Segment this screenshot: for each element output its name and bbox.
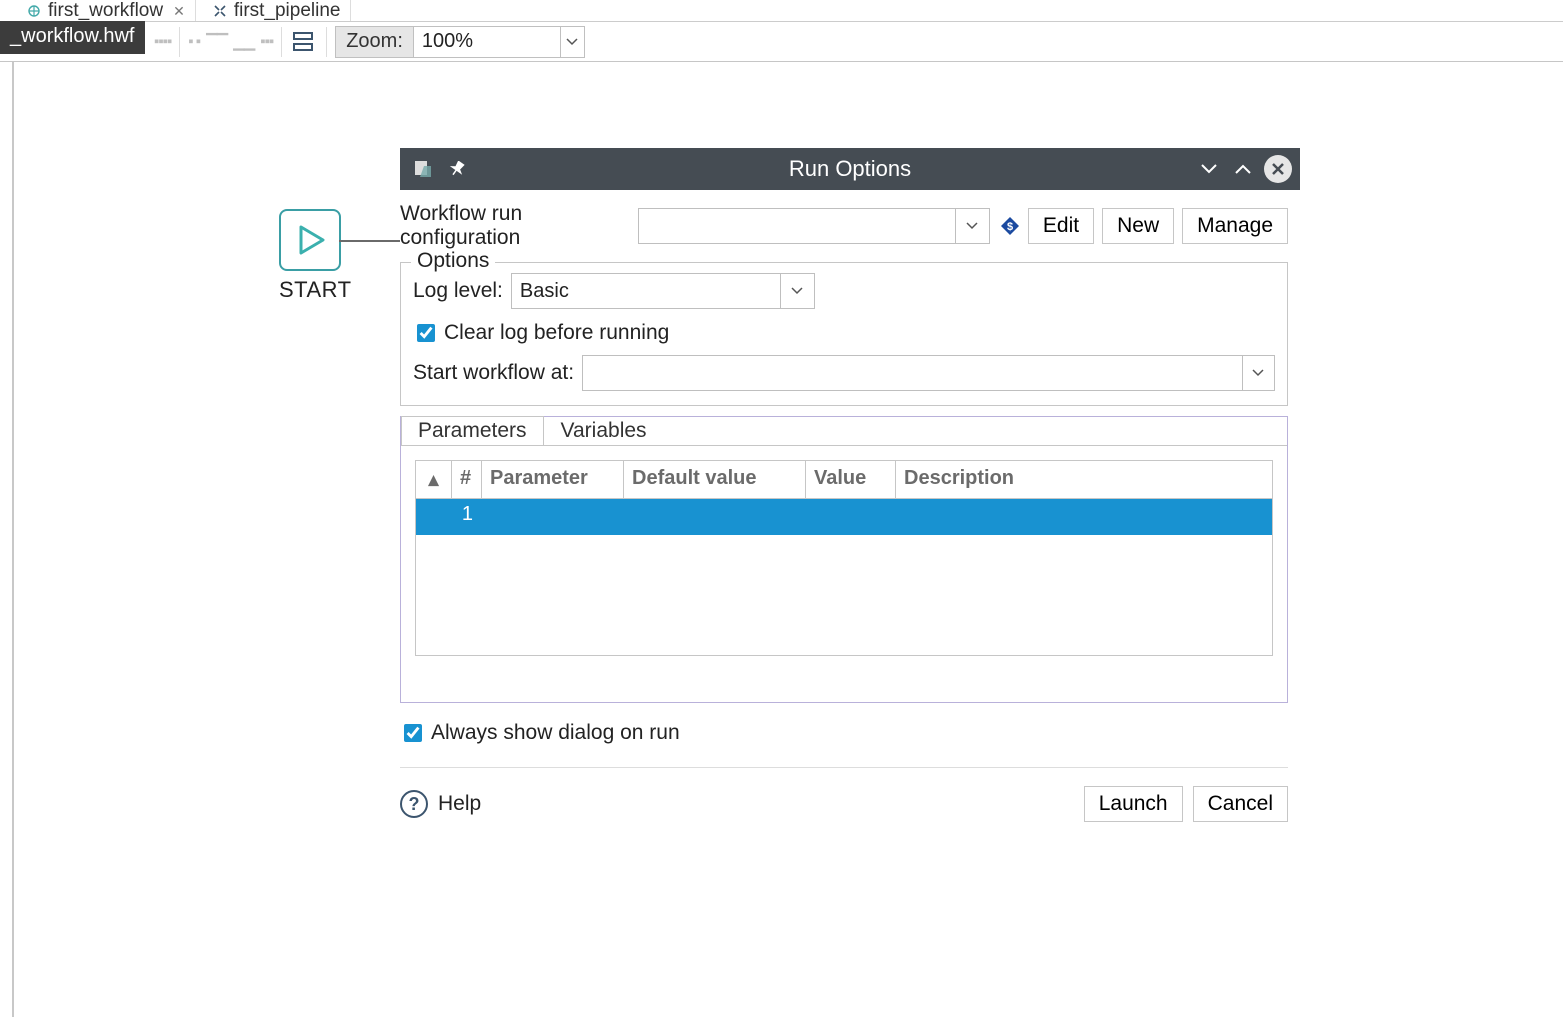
grid-header[interactable]: ▴ # Parameter Default value Value Descri… <box>416 461 1272 499</box>
help-icon[interactable]: ? <box>400 790 428 818</box>
tab-label: first_workflow <box>48 0 163 22</box>
align-rows-icon[interactable] <box>290 31 318 53</box>
cell-parameter[interactable] <box>482 499 624 535</box>
cancel-button[interactable]: Cancel <box>1193 786 1288 822</box>
table-row[interactable]: 1 <box>416 499 1272 535</box>
col-parameter[interactable]: Parameter <box>482 461 624 498</box>
snap-icon[interactable]: ▪ ▪ <box>188 33 200 50</box>
cell-description[interactable] <box>896 499 1272 535</box>
manage-button[interactable]: Manage <box>1182 208 1288 244</box>
canvas-toolbar: ▪▪▪▪ ▪ ▪ ▔▔ ▁▁ ▪▪▪ Zoom: 100% <box>0 22 1563 62</box>
options-group: Options Log level: Basic Clear log befor… <box>400 262 1288 406</box>
zoom-dropdown-button[interactable] <box>561 26 585 58</box>
pipeline-file-icon <box>212 3 228 19</box>
panel-footer: ? Help Launch Cancel <box>400 767 1288 822</box>
col-value[interactable]: Value <box>806 461 896 498</box>
config-label: Workflow run configuration <box>400 202 630 250</box>
canvas-guide <box>12 62 14 1017</box>
start-node-label: START <box>279 277 352 303</box>
align-top-icon[interactable]: ▔▔ <box>206 33 227 51</box>
node-connector <box>339 240 401 242</box>
pin-icon[interactable] <box>446 158 468 180</box>
always-show-checkbox-row[interactable]: Always show dialog on run <box>400 721 1288 745</box>
close-icon[interactable] <box>1264 155 1292 183</box>
panel-icon <box>412 158 434 180</box>
help-button[interactable]: Help <box>438 792 481 816</box>
distribute-icon[interactable]: ▪▪▪ <box>260 33 273 50</box>
config-combo[interactable] <box>638 208 956 244</box>
start-node[interactable]: START <box>279 209 352 303</box>
start-at-combo[interactable] <box>582 355 1243 391</box>
log-level-select[interactable]: Basic <box>511 273 781 309</box>
play-icon <box>279 209 341 271</box>
tab-variables[interactable]: Variables <box>544 416 664 445</box>
chevron-up-icon[interactable] <box>1230 156 1256 182</box>
separator <box>326 27 327 57</box>
log-level-dropdown-button[interactable] <box>781 273 815 309</box>
zoom-label: Zoom: <box>335 26 413 58</box>
parameters-grid[interactable]: ▴ # Parameter Default value Value Descri… <box>415 460 1273 656</box>
params-vars-group: Parameters Variables ▴ # Parameter Defau… <box>400 416 1288 703</box>
edit-button[interactable]: Edit <box>1028 208 1094 244</box>
workflow-file-icon <box>26 3 42 19</box>
tab-label: first_pipeline <box>234 0 341 22</box>
row-number: 1 <box>452 499 482 535</box>
tab-first-workflow[interactable]: first_workflow ✕ <box>16 0 196 21</box>
new-button[interactable]: New <box>1102 208 1174 244</box>
align-bottom-icon[interactable]: ▁▁ <box>233 33 254 51</box>
col-num[interactable]: # <box>452 461 482 498</box>
variable-icon[interactable]: $ <box>1000 215 1020 237</box>
chevron-down-icon[interactable] <box>1196 156 1222 182</box>
clear-log-label: Clear log before running <box>444 321 669 345</box>
separator <box>179 27 180 57</box>
panel-header[interactable]: Run Options <box>400 148 1300 190</box>
config-dropdown-button[interactable] <box>956 208 990 244</box>
zoom-value[interactable]: 100% <box>413 26 561 58</box>
start-at-label: Start workflow at: <box>413 361 574 385</box>
cell-default[interactable] <box>624 499 806 535</box>
col-description[interactable]: Description <box>896 461 1272 498</box>
separator <box>281 27 282 57</box>
start-at-dropdown-button[interactable] <box>1243 355 1275 391</box>
grid-dots-icon[interactable]: ▪▪▪▪ <box>154 33 171 50</box>
col-default[interactable]: Default value <box>624 461 806 498</box>
tab-parameters[interactable]: Parameters <box>401 416 544 445</box>
always-show-label: Always show dialog on run <box>431 721 680 745</box>
options-legend: Options <box>411 249 495 273</box>
col-sort[interactable]: ▴ <box>416 461 452 498</box>
panel-title: Run Options <box>400 156 1300 182</box>
always-show-checkbox[interactable] <box>404 724 422 742</box>
svg-text:$: $ <box>1007 221 1013 233</box>
tab-first-pipeline[interactable]: first_pipeline <box>202 0 352 21</box>
close-icon[interactable]: ✕ <box>173 3 185 20</box>
log-level-label: Log level: <box>413 279 503 303</box>
clear-log-checkbox-row[interactable]: Clear log before running <box>413 321 1275 345</box>
cell-value[interactable] <box>806 499 896 535</box>
launch-button[interactable]: Launch <box>1084 786 1183 822</box>
file-path-tooltip: _workflow.hwf <box>0 21 145 54</box>
run-options-panel: Run Options Workflow run <box>400 148 1300 822</box>
editor-tabstrip: first_workflow ✕ first_pipeline <box>0 0 1563 22</box>
workflow-canvas[interactable]: START Run Options <box>12 62 1563 1017</box>
clear-log-checkbox[interactable] <box>417 324 435 342</box>
